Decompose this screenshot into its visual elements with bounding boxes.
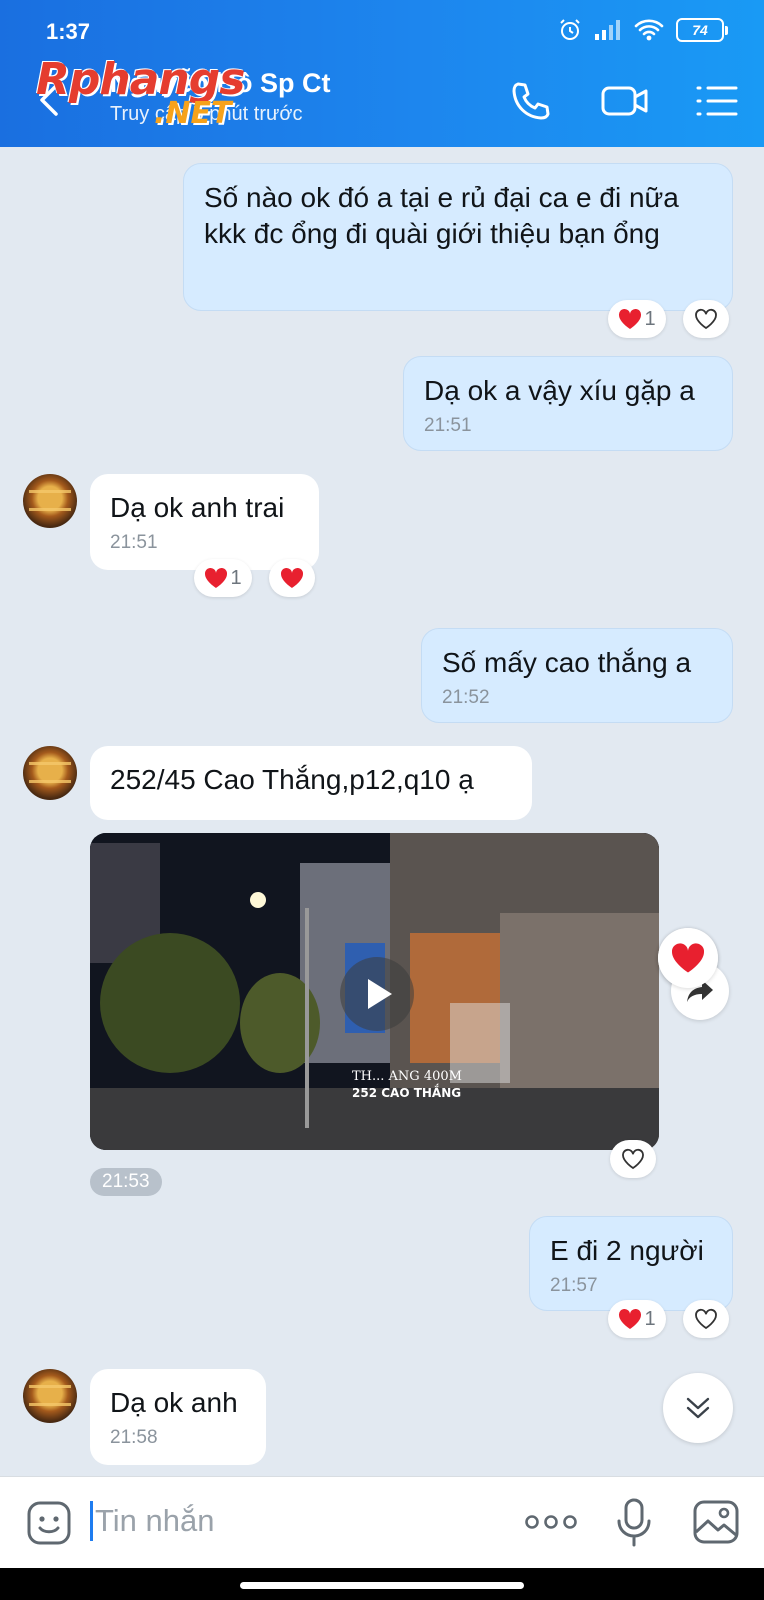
- message-time: 21:51: [424, 415, 472, 436]
- video-call-icon[interactable]: [600, 78, 650, 124]
- image-gallery-icon[interactable]: [692, 1499, 740, 1545]
- video-message[interactable]: TH... ANG 400M 252 CAO THẮNG: [90, 833, 659, 1150]
- message-bubble-incoming[interactable]: Dạ ok anh trai 21:51: [90, 474, 319, 570]
- avatar[interactable]: [23, 1369, 77, 1423]
- reaction-count[interactable]: 1: [608, 300, 666, 338]
- reaction-number: 1: [230, 566, 242, 589]
- status-time: 1:37: [46, 19, 91, 44]
- heart-outline-icon: [695, 1308, 717, 1330]
- message-bubble-outgoing[interactable]: Số nào ok đó a tại e rủ đại ca e đi nữa …: [183, 163, 733, 311]
- reaction-count[interactable]: 1: [608, 1300, 666, 1338]
- signal-icon: [595, 20, 620, 40]
- heart-reaction-icon: [205, 567, 228, 588]
- watermark-line1: Rphangs: [36, 54, 245, 105]
- message-text: Số nào ok đó a tại e rủ đại ca e đi nữa …: [204, 182, 679, 249]
- reaction-number: 1: [644, 1307, 656, 1330]
- scroll-to-bottom-button[interactable]: [663, 1373, 733, 1443]
- heart-reaction-icon: [280, 567, 304, 588]
- react-button[interactable]: [610, 1140, 656, 1178]
- video-overlay-line1: TH... ANG 400M: [352, 1069, 462, 1084]
- heart-reaction-badge[interactable]: [658, 928, 718, 988]
- message-time: 21:52: [442, 687, 490, 708]
- message-bubble-outgoing[interactable]: Dạ ok a vậy xíu gặp a 21:51: [403, 356, 733, 451]
- message-time: 21:58: [110, 1427, 158, 1448]
- battery-icon: 74: [676, 18, 728, 42]
- message-text: Dạ ok anh: [110, 1387, 238, 1418]
- play-button[interactable]: [340, 957, 414, 1031]
- avatar[interactable]: [23, 746, 77, 800]
- status-icons: 74: [558, 18, 728, 42]
- system-nav-bar: [0, 1568, 764, 1600]
- message-text: 252/45 Cao Thắng,p12,q10 ạ: [110, 764, 474, 795]
- more-options-icon[interactable]: [524, 1513, 578, 1531]
- menu-list-icon[interactable]: [694, 78, 740, 124]
- phone-call-icon[interactable]: [508, 78, 554, 124]
- home-indicator[interactable]: [240, 1582, 524, 1589]
- message-bubble-outgoing[interactable]: Số mấy cao thắng a 21:52: [421, 628, 733, 723]
- message-time: 21:51: [110, 532, 158, 553]
- message-bubble-outgoing[interactable]: E đi 2 người 21:57: [529, 1216, 733, 1311]
- message-text: Dạ ok a vậy xíu gặp a: [424, 375, 695, 406]
- heart-outline-icon: [695, 308, 717, 330]
- chevron-double-down-icon: [686, 1397, 710, 1419]
- watermark-logo: Rphangs .NET: [36, 54, 245, 131]
- video-overlay-text: TH... ANG 400M 252 CAO THẮNG: [352, 1069, 462, 1101]
- reaction-number: 1: [644, 307, 656, 330]
- message-text: Số mấy cao thắng a: [442, 647, 692, 678]
- message-text: E đi 2 người: [550, 1235, 704, 1266]
- message-input[interactable]: Tin nhắn: [90, 1501, 215, 1541]
- microphone-icon[interactable]: [614, 1497, 654, 1549]
- chat-header: Nguyễn Hồ Sp Ct Truy cập 5 phút trước Rp…: [0, 54, 764, 147]
- alarm-icon: [560, 19, 580, 40]
- heart-reaction-icon: [619, 308, 642, 329]
- video-overlay-line2: 252 CAO THẮNG: [352, 1086, 462, 1100]
- message-input-bar: Tin nhắn: [0, 1476, 764, 1568]
- message-bubble-incoming[interactable]: 252/45 Cao Thắng,p12,q10 ạ: [90, 746, 532, 820]
- heart-reaction-icon: [671, 943, 705, 973]
- avatar[interactable]: [23, 474, 77, 528]
- react-button[interactable]: [683, 1300, 729, 1338]
- wifi-icon: [634, 19, 664, 41]
- top-bar: 1:37 74 Nguyễn Hồ Sp Ct Truy cập 5 phút …: [0, 0, 764, 147]
- watermark-line2: .NET: [154, 95, 232, 131]
- heart-outline-icon: [622, 1148, 644, 1170]
- message-text: Dạ ok anh trai: [110, 492, 285, 523]
- message-bubble-incoming[interactable]: Dạ ok anh 21:58: [90, 1369, 266, 1465]
- emoji-sticker-icon[interactable]: [26, 1500, 72, 1546]
- play-icon: [368, 979, 392, 1009]
- reaction-count[interactable]: 1: [194, 559, 252, 597]
- heart-reaction-icon: [619, 1308, 642, 1329]
- message-time: 21:57: [550, 1275, 598, 1296]
- battery-level: 74: [692, 22, 708, 38]
- react-button[interactable]: [683, 300, 729, 338]
- react-button[interactable]: [269, 559, 315, 597]
- video-time: 21:53: [90, 1168, 162, 1196]
- status-bar: 1:37 74: [0, 0, 764, 54]
